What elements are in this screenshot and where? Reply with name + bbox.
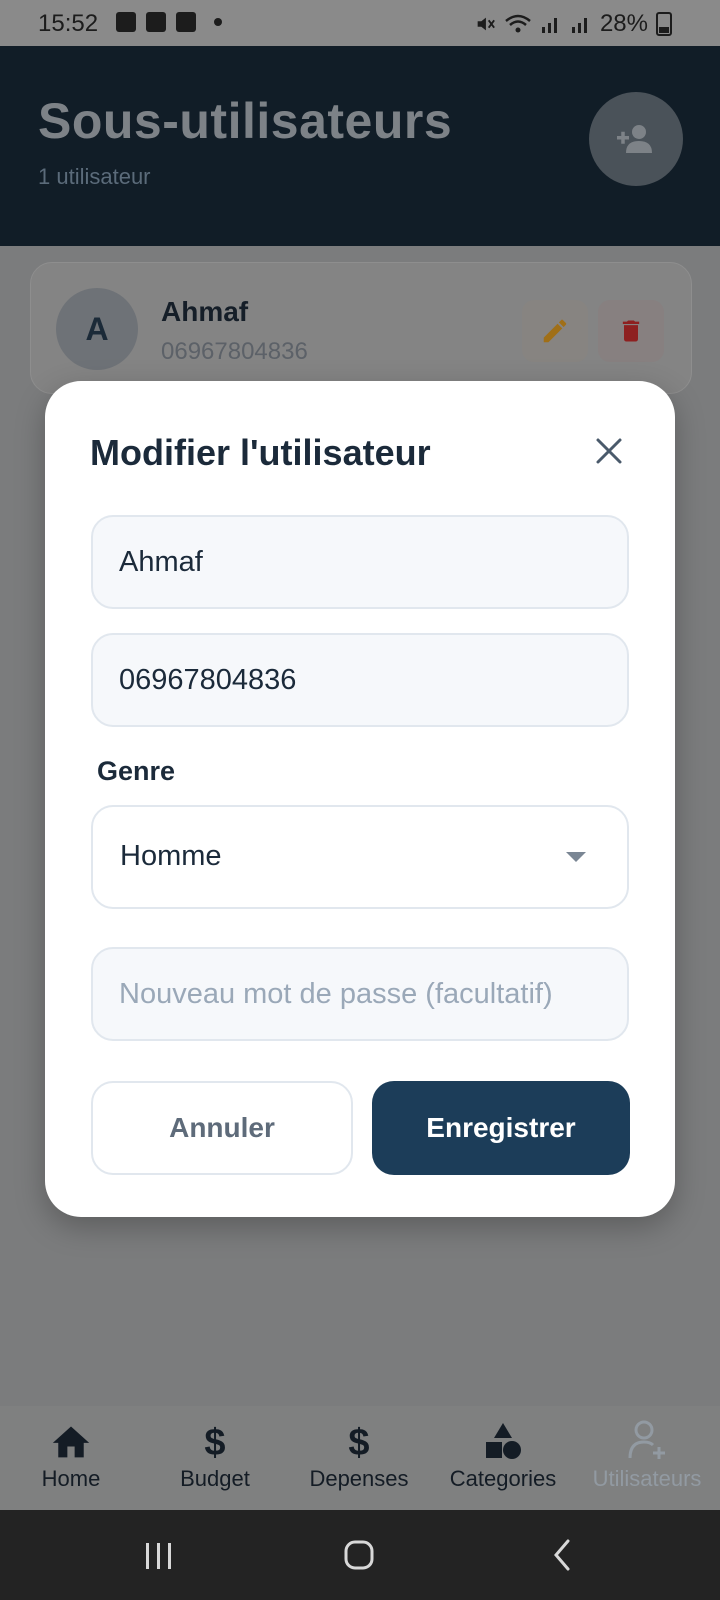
home-system-button[interactable] xyxy=(342,1538,376,1577)
delete-user-button[interactable] xyxy=(598,300,664,362)
edit-user-button[interactable] xyxy=(522,300,588,362)
password-field-container xyxy=(91,947,629,1041)
battery-icon xyxy=(656,12,672,36)
save-button[interactable]: Enregistrer xyxy=(372,1081,630,1175)
chevron-down-icon xyxy=(566,852,586,862)
trash-icon xyxy=(622,320,640,342)
nav-item-depenses[interactable]: $ Depenses xyxy=(289,1418,429,1502)
close-button[interactable] xyxy=(590,432,628,470)
user-name: Ahmaf xyxy=(161,296,249,327)
nav-label-depenses: Depenses xyxy=(309,1466,409,1491)
checkbox-icon xyxy=(176,12,196,32)
nav-item-categories[interactable]: Categories xyxy=(433,1418,573,1502)
phone-input[interactable] xyxy=(93,635,627,725)
page-title: Sous-utilisateurs xyxy=(38,93,453,149)
nav-item-home[interactable]: Home xyxy=(1,1418,141,1502)
shapes-icon xyxy=(482,1418,524,1464)
recent-apps-button[interactable] xyxy=(142,1540,176,1577)
more-dot-icon xyxy=(214,18,222,26)
nav-label-utilisateurs: Utilisateurs xyxy=(592,1466,702,1491)
battery-percent: 28% xyxy=(599,10,648,37)
nav-label-budget: Budget xyxy=(180,1466,250,1491)
back-button[interactable] xyxy=(548,1538,576,1577)
status-notification-icons xyxy=(116,12,222,32)
signal-icon-2 xyxy=(571,18,587,33)
user-count: 1 utilisateur xyxy=(38,164,151,189)
gallery-icon xyxy=(116,12,136,32)
name-input[interactable] xyxy=(93,517,627,607)
svg-text:$: $ xyxy=(204,1422,225,1461)
youtube-icon xyxy=(146,12,166,32)
close-icon xyxy=(596,438,622,464)
dollar-icon: $ xyxy=(344,1418,374,1464)
status-system-icons: 28% xyxy=(474,10,672,38)
cancel-button[interactable]: Annuler xyxy=(91,1081,353,1175)
pencil-icon xyxy=(543,319,567,343)
nav-label-home: Home xyxy=(41,1466,101,1491)
password-input[interactable] xyxy=(93,949,627,1039)
signal-icon xyxy=(541,18,557,33)
person-add-icon xyxy=(617,125,652,153)
name-field-container xyxy=(91,515,629,609)
avatar: A xyxy=(56,288,138,370)
person-add-icon xyxy=(626,1418,668,1464)
nav-label-categories: Categories xyxy=(449,1466,557,1491)
phone-field-container xyxy=(91,633,629,727)
home-circle-icon xyxy=(344,1540,374,1570)
nav-item-budget[interactable]: $ Budget xyxy=(145,1418,285,1502)
recent-apps-icon xyxy=(146,1543,171,1569)
modal-title: Modifier l'utilisateur xyxy=(90,432,431,473)
nav-item-utilisateurs[interactable]: Utilisateurs xyxy=(577,1418,717,1502)
back-chevron-icon xyxy=(554,1539,570,1571)
mute-icon xyxy=(477,17,495,31)
home-icon xyxy=(49,1418,93,1464)
dollar-icon: $ xyxy=(200,1418,230,1464)
genre-label: Genre xyxy=(97,756,176,786)
status-time: 15:52 xyxy=(38,10,99,37)
wifi-icon xyxy=(505,14,531,33)
genre-selected-value: Homme xyxy=(120,840,222,872)
user-phone: 06967804836 xyxy=(161,338,308,365)
add-user-button[interactable] xyxy=(589,92,683,186)
svg-text:$: $ xyxy=(348,1422,369,1461)
